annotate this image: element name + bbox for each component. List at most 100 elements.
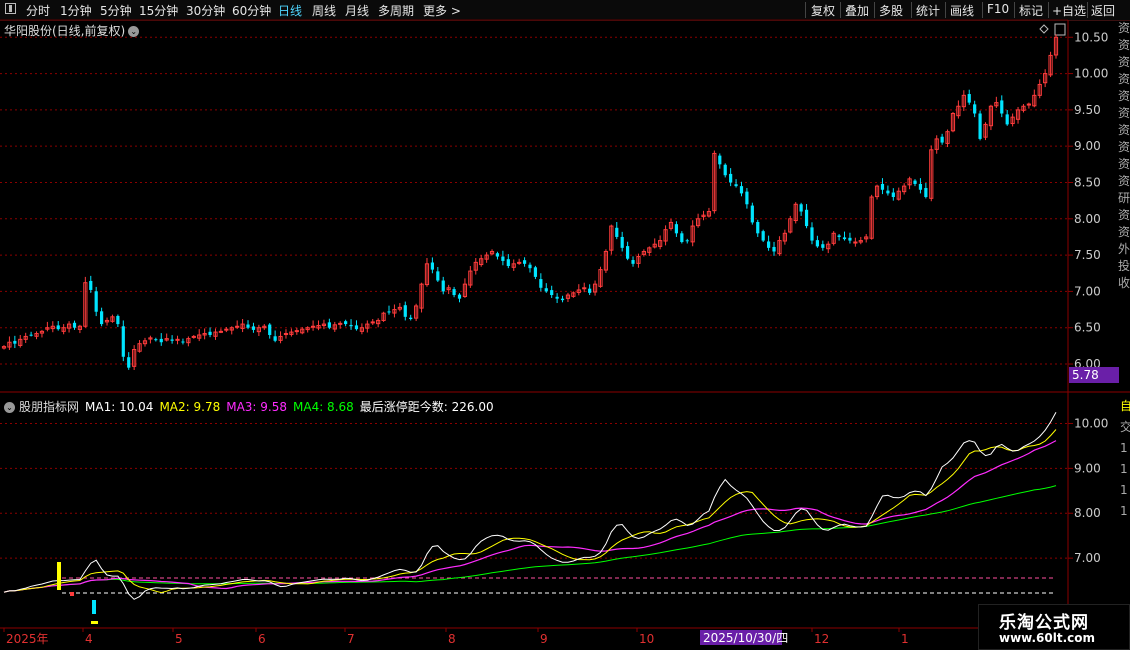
current-price-label: 5.78	[1072, 368, 1099, 382]
candle-body-down	[880, 183, 885, 190]
candle-body-up	[582, 287, 587, 290]
candle-body-down	[430, 262, 434, 270]
candle-body-down	[973, 104, 977, 114]
candle-body-down	[772, 246, 776, 252]
panel-maximize-icon[interactable]	[1054, 23, 1066, 36]
side-strip-char: 资	[1118, 174, 1130, 188]
candle-body-down	[729, 173, 733, 183]
side-strip2-char: 交	[1120, 419, 1130, 434]
side-strip-char: 资	[1118, 89, 1130, 103]
candle-body-down	[804, 209, 809, 227]
ma3-line	[3, 440, 1057, 593]
watermark-url: www.60lt.com	[999, 631, 1096, 645]
candle-body-down	[1000, 100, 1004, 114]
candle-body-down	[891, 192, 895, 198]
candle-body-down	[13, 340, 17, 344]
candle-body-down	[94, 291, 98, 312]
candle-body-down	[436, 271, 440, 281]
date-label: 6	[258, 632, 266, 646]
candle-body-up	[853, 241, 858, 244]
candle-body-down	[821, 244, 825, 248]
candle-body-up	[1026, 103, 1031, 106]
candle-body-down	[918, 183, 923, 190]
candle-body-down	[799, 204, 803, 212]
candle-body-down	[815, 240, 820, 247]
candle-body-down	[1005, 114, 1009, 125]
candle-body-down	[403, 305, 407, 317]
side-strip-char: 资	[1118, 106, 1130, 120]
date-label: 8	[448, 632, 456, 646]
price-tick-label: 8.00	[1074, 212, 1101, 226]
sell-signal-bar	[92, 600, 96, 614]
candle-body-down	[924, 188, 928, 198]
candle-body-down	[354, 325, 359, 330]
candle-body-down	[734, 184, 738, 187]
side-strip-char: 资	[1118, 55, 1130, 69]
side-info-strip: 资资资资资资资资资资研资资外投收	[1118, 20, 1130, 390]
candle-body-down	[349, 324, 353, 327]
candle-body-down	[745, 191, 749, 205]
candle-body-down	[750, 205, 754, 223]
candle-body-down	[555, 296, 559, 299]
candle-body-down	[29, 334, 33, 336]
candle-body-down	[344, 321, 348, 325]
candle-body-down	[674, 224, 679, 234]
candle-body-down	[452, 289, 456, 296]
candle-body-down	[208, 331, 212, 335]
candle-body-down	[441, 280, 445, 292]
side-strip2-char: 自	[1120, 399, 1130, 413]
price-tick-label: 7.00	[1074, 284, 1101, 298]
side-strip-char: 资	[1118, 72, 1130, 86]
side-strip-char: 资	[1118, 208, 1130, 222]
side-strip-char: 资	[1118, 225, 1130, 239]
candle-body-down	[615, 227, 619, 237]
candle-body-down	[842, 237, 847, 240]
candle-body-down	[121, 326, 125, 357]
candle-body-down	[522, 260, 527, 264]
candle-body-down	[251, 326, 256, 330]
candle-body-up	[218, 330, 224, 333]
candle-body-down	[560, 298, 565, 301]
price-tick-label: 6.50	[1074, 321, 1101, 335]
candle-body-down	[506, 259, 510, 266]
side-strip2-char: 1	[1120, 483, 1128, 497]
indicator-tick-label: 9.00	[1074, 461, 1101, 475]
candle-body-down	[544, 288, 548, 292]
candle-body-down	[501, 256, 505, 261]
date-label: 1	[901, 632, 909, 646]
side-strip-char: 收	[1118, 276, 1130, 290]
candle-body-down	[159, 338, 163, 343]
date-label: 4	[85, 632, 93, 646]
diamond-icon[interactable]	[1039, 24, 1049, 34]
candle-body-down	[181, 341, 185, 343]
candle-body-down	[723, 164, 727, 176]
candle-body-up	[310, 325, 316, 328]
candle-body-down	[913, 180, 917, 184]
candle-body-down	[154, 339, 158, 341]
candle-body-down	[533, 267, 538, 277]
candle-body-down	[631, 260, 635, 264]
candle-body-down	[978, 113, 982, 139]
side-strip2-char: 1	[1120, 441, 1128, 455]
side-strip-char: 资	[1118, 38, 1130, 52]
signal-dot	[91, 621, 98, 624]
candle-body-down	[268, 324, 272, 335]
side-strip2-char: 1	[1120, 504, 1128, 518]
side-strip-char: 资	[1118, 140, 1130, 154]
candle-body-down	[626, 246, 630, 259]
candle-body-up	[191, 335, 196, 338]
indicator-tick-label: 8.00	[1074, 506, 1101, 520]
price-tick-label: 9.50	[1074, 103, 1101, 117]
indicator-tick-label: 7.00	[1074, 551, 1101, 565]
candle-body-down	[170, 339, 174, 341]
candle-body-down	[810, 227, 814, 241]
buy-signal-bar	[57, 562, 61, 590]
candle-body-down	[766, 241, 771, 248]
side-strip-char: 研	[1118, 191, 1130, 205]
date-label: 5	[175, 632, 183, 646]
candle-body-down	[739, 186, 744, 194]
stock-chart[interactable]: 10.5010.009.509.008.508.007.507.006.506.…	[0, 0, 1130, 650]
watermark-title: 乐淘公式网	[999, 613, 1089, 633]
candle-body-down	[89, 280, 93, 290]
candle-body-up	[370, 321, 375, 324]
